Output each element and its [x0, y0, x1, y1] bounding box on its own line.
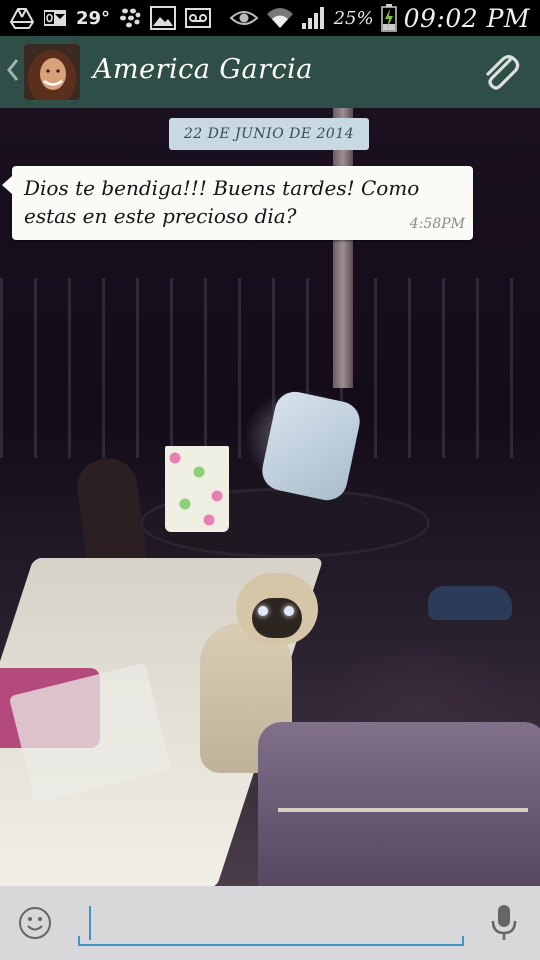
- wallpaper-post: [333, 108, 353, 388]
- conversation-header: America Garcia: [0, 36, 540, 108]
- text-caret: [89, 906, 91, 940]
- temperature-readout: 29°: [76, 7, 111, 29]
- status-bar-system: 25% 09:02 PM: [229, 0, 530, 36]
- message-bubble-incoming[interactable]: Dios te bendiga!!! Buens tardes! Como es…: [2, 166, 473, 240]
- wallpaper-purple-bag: [258, 722, 540, 886]
- wallpaper-dog-eye: [258, 606, 268, 616]
- contact-avatar[interactable]: [24, 44, 80, 100]
- signal-icon: [301, 6, 327, 30]
- outlook-mail-icon: [43, 7, 67, 29]
- wifi-icon: [266, 6, 294, 30]
- paperclip-icon[interactable]: [480, 52, 522, 94]
- voicemail-icon: [185, 7, 212, 29]
- status-bar: 29° 25% 09:02 PM: [0, 0, 540, 36]
- wallpaper-bag-zipper: [278, 808, 528, 812]
- date-divider: 22 DE JUNIO DE 2014: [169, 118, 369, 150]
- status-bar-notifications: 29°: [10, 0, 212, 36]
- wallpaper-polka-dot-bucket: [165, 446, 229, 532]
- message-input[interactable]: [78, 900, 464, 946]
- drive-icon: [10, 7, 34, 29]
- smiley-icon[interactable]: [18, 906, 52, 940]
- wallpaper-sneakers: [428, 586, 512, 620]
- contact-name[interactable]: America Garcia: [93, 54, 313, 85]
- gallery-icon: [150, 6, 177, 30]
- microphone-icon[interactable]: [490, 904, 518, 942]
- wallpaper-dog-face: [252, 598, 302, 638]
- clock: 09:02 PM: [403, 3, 530, 33]
- wallpaper-dog-eye: [284, 606, 294, 616]
- battery-percent: 25%: [333, 7, 374, 29]
- eye-icon: [229, 8, 259, 28]
- input-underline-left-tick: [78, 936, 80, 946]
- chat-wallpaper[interactable]: 22 DE JUNIO DE 2014 Dios te bendiga!!! B…: [0, 108, 540, 886]
- compose-bar: [0, 886, 540, 960]
- blackberry-messenger-icon: [119, 7, 141, 29]
- message-text: Dios te bendiga!!! Buens tardes! Como es…: [24, 176, 420, 228]
- message-timestamp: 4:58PM: [409, 216, 465, 232]
- battery-charging-icon: [380, 4, 397, 32]
- input-underline-right-tick: [462, 936, 464, 946]
- chevron-left-icon[interactable]: [6, 56, 22, 88]
